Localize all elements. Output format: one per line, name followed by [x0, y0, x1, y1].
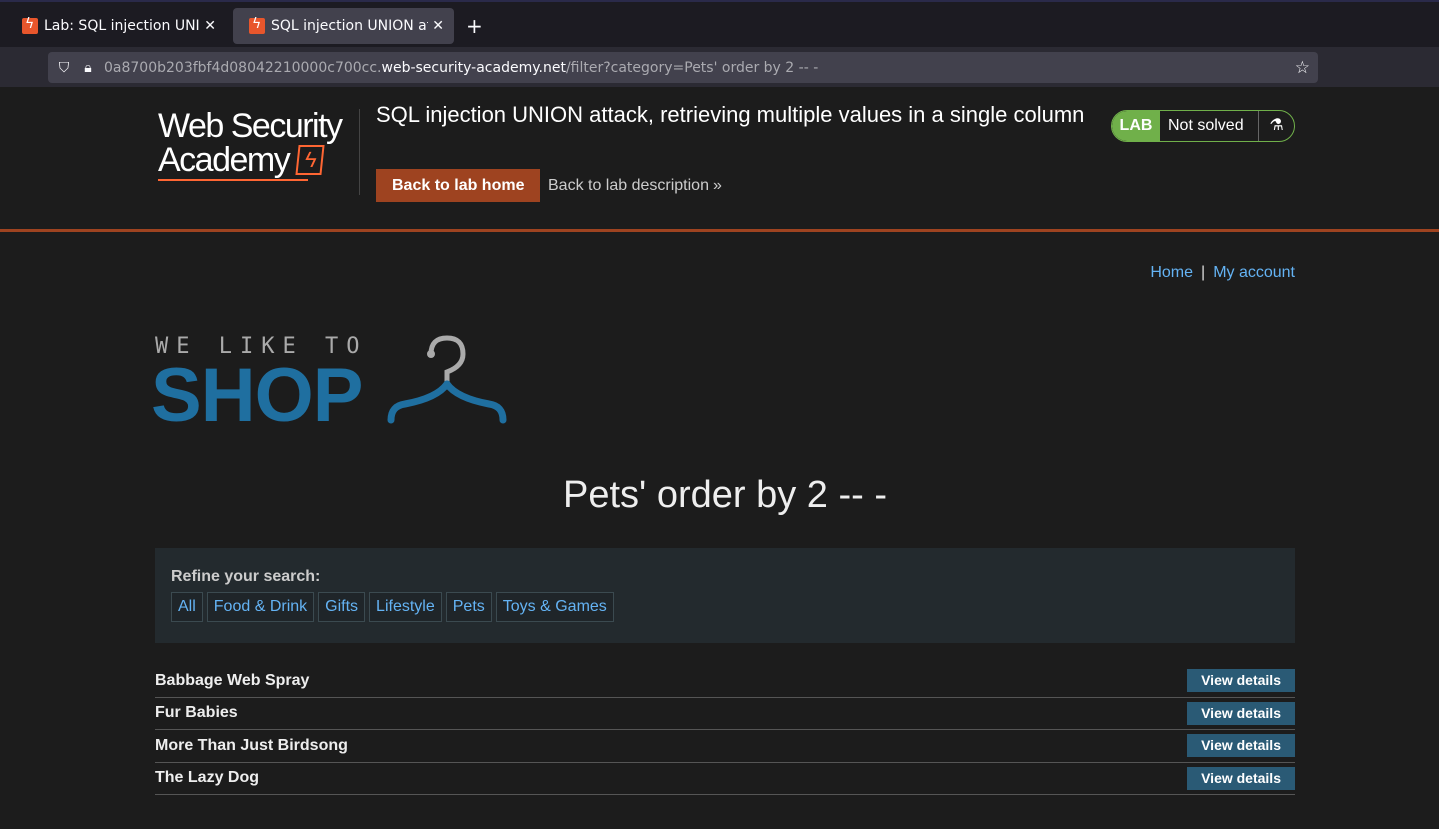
hanger-icon	[387, 335, 507, 424]
table-row: The Lazy Dog View details	[155, 763, 1295, 795]
browser-nav-bar: ⛉ 🔒︎ 0a8700b203fbf4d08042210000c700cc. we…	[0, 47, 1439, 87]
top-navigation: Home | My account	[1150, 264, 1295, 282]
filter-all[interactable]: All	[171, 592, 203, 622]
lab-status-widget: LAB Not solved ⚗	[1111, 110, 1295, 142]
url-host: web-security-academy.net	[381, 59, 566, 76]
lab-header: Web Security Academy SQL injection UNION…	[0, 87, 1439, 232]
double-chevron-right-icon: »	[712, 177, 722, 194]
table-row: Babbage Web Spray View details	[155, 665, 1295, 698]
product-name: Fur Babies	[155, 704, 238, 722]
lab-badge: LAB	[1112, 111, 1160, 141]
shop-logo-title: SHOP	[151, 353, 363, 438]
filter-lifestyle[interactable]: Lifestyle	[369, 592, 442, 622]
logo-line-2: Academy	[158, 143, 358, 177]
category-title: Pets' order by 2 -- -	[562, 474, 888, 516]
refine-search-label: Refine your search:	[171, 568, 321, 585]
filter-food-drink[interactable]: Food & Drink	[206, 592, 315, 622]
product-name: The Lazy Dog	[155, 769, 260, 787]
header-divider	[359, 109, 360, 195]
url-bar[interactable]: ⛉ 🔒︎ 0a8700b203fbf4d08042210000c700cc. we…	[48, 52, 1318, 83]
flask-icon[interactable]: ⚗	[1258, 111, 1294, 141]
logo-line-1: Web Security	[158, 107, 343, 145]
product-name: More Than Just Birdsong	[155, 736, 348, 754]
shield-icon[interactable]: ⛉	[52, 60, 76, 76]
my-account-link[interactable]: My account	[1213, 264, 1295, 281]
back-to-lab-description-link[interactable]: Back to lab description»	[548, 169, 722, 202]
new-tab-icon[interactable]: +	[466, 14, 483, 38]
refine-search-panel: Refine your search: All Food & Drink Gif…	[155, 548, 1295, 643]
back-to-lab-description-label: Back to lab description	[548, 177, 709, 194]
back-to-lab-home-button[interactable]: Back to lab home	[376, 169, 541, 202]
filter-pets[interactable]: Pets	[445, 592, 492, 622]
nav-separator: |	[1201, 264, 1206, 281]
browser-tab-bar: Lab: SQL injection UNION ✕ SQL injection…	[0, 0, 1439, 47]
web-security-academy-logo[interactable]: Web Security Academy	[158, 109, 358, 181]
table-row: Fur Babies View details	[155, 698, 1295, 730]
url-path: /filter?category=Pets' order by 2 -- -	[565, 59, 819, 76]
url-subdomain: 0a8700b203fbf4d08042210000c700cc.	[104, 59, 382, 76]
tab-label: Lab: SQL injection UNION	[44, 18, 200, 34]
product-list: Babbage Web Spray View details Fur Babie…	[155, 665, 1295, 795]
tab-close-icon[interactable]: ✕	[432, 18, 444, 34]
view-details-button[interactable]: View details	[1187, 669, 1295, 693]
bookmark-star-icon[interactable]: ☆	[1295, 58, 1310, 78]
lab-title: SQL injection UNION attack, retrieving m…	[376, 102, 1085, 127]
filter-toys-games[interactable]: Toys & Games	[495, 592, 614, 622]
home-link[interactable]: Home	[1150, 264, 1193, 281]
logo-line-2-text: Academy	[158, 141, 291, 179]
category-filters: All Food & Drink Gifts Lifestyle Pets To…	[171, 592, 1279, 622]
favicon-icon	[249, 16, 265, 34]
view-details-button[interactable]: View details	[1187, 766, 1295, 790]
logo-underline	[158, 179, 308, 181]
shop-logo: WE LIKE TO SHOP	[151, 334, 515, 438]
lock-icon[interactable]: 🔒︎	[76, 60, 100, 76]
view-details-button[interactable]: View details	[1187, 701, 1295, 725]
browser-tab-1[interactable]: Lab: SQL injection UNION ✕	[6, 8, 226, 44]
tab-close-icon[interactable]: ✕	[204, 18, 216, 34]
view-details-button[interactable]: View details	[1187, 734, 1295, 758]
favicon-icon	[22, 16, 38, 34]
browser-tab-2[interactable]: SQL injection UNION atta ✕	[233, 8, 454, 44]
filter-gifts[interactable]: Gifts	[318, 592, 366, 622]
tab-label: SQL injection UNION atta	[271, 18, 428, 34]
product-name: Babbage Web Spray	[155, 671, 310, 689]
lab-status-text: Not solved	[1168, 117, 1244, 134]
table-row: More Than Just Birdsong View details	[155, 730, 1295, 763]
lightning-icon	[295, 145, 325, 175]
